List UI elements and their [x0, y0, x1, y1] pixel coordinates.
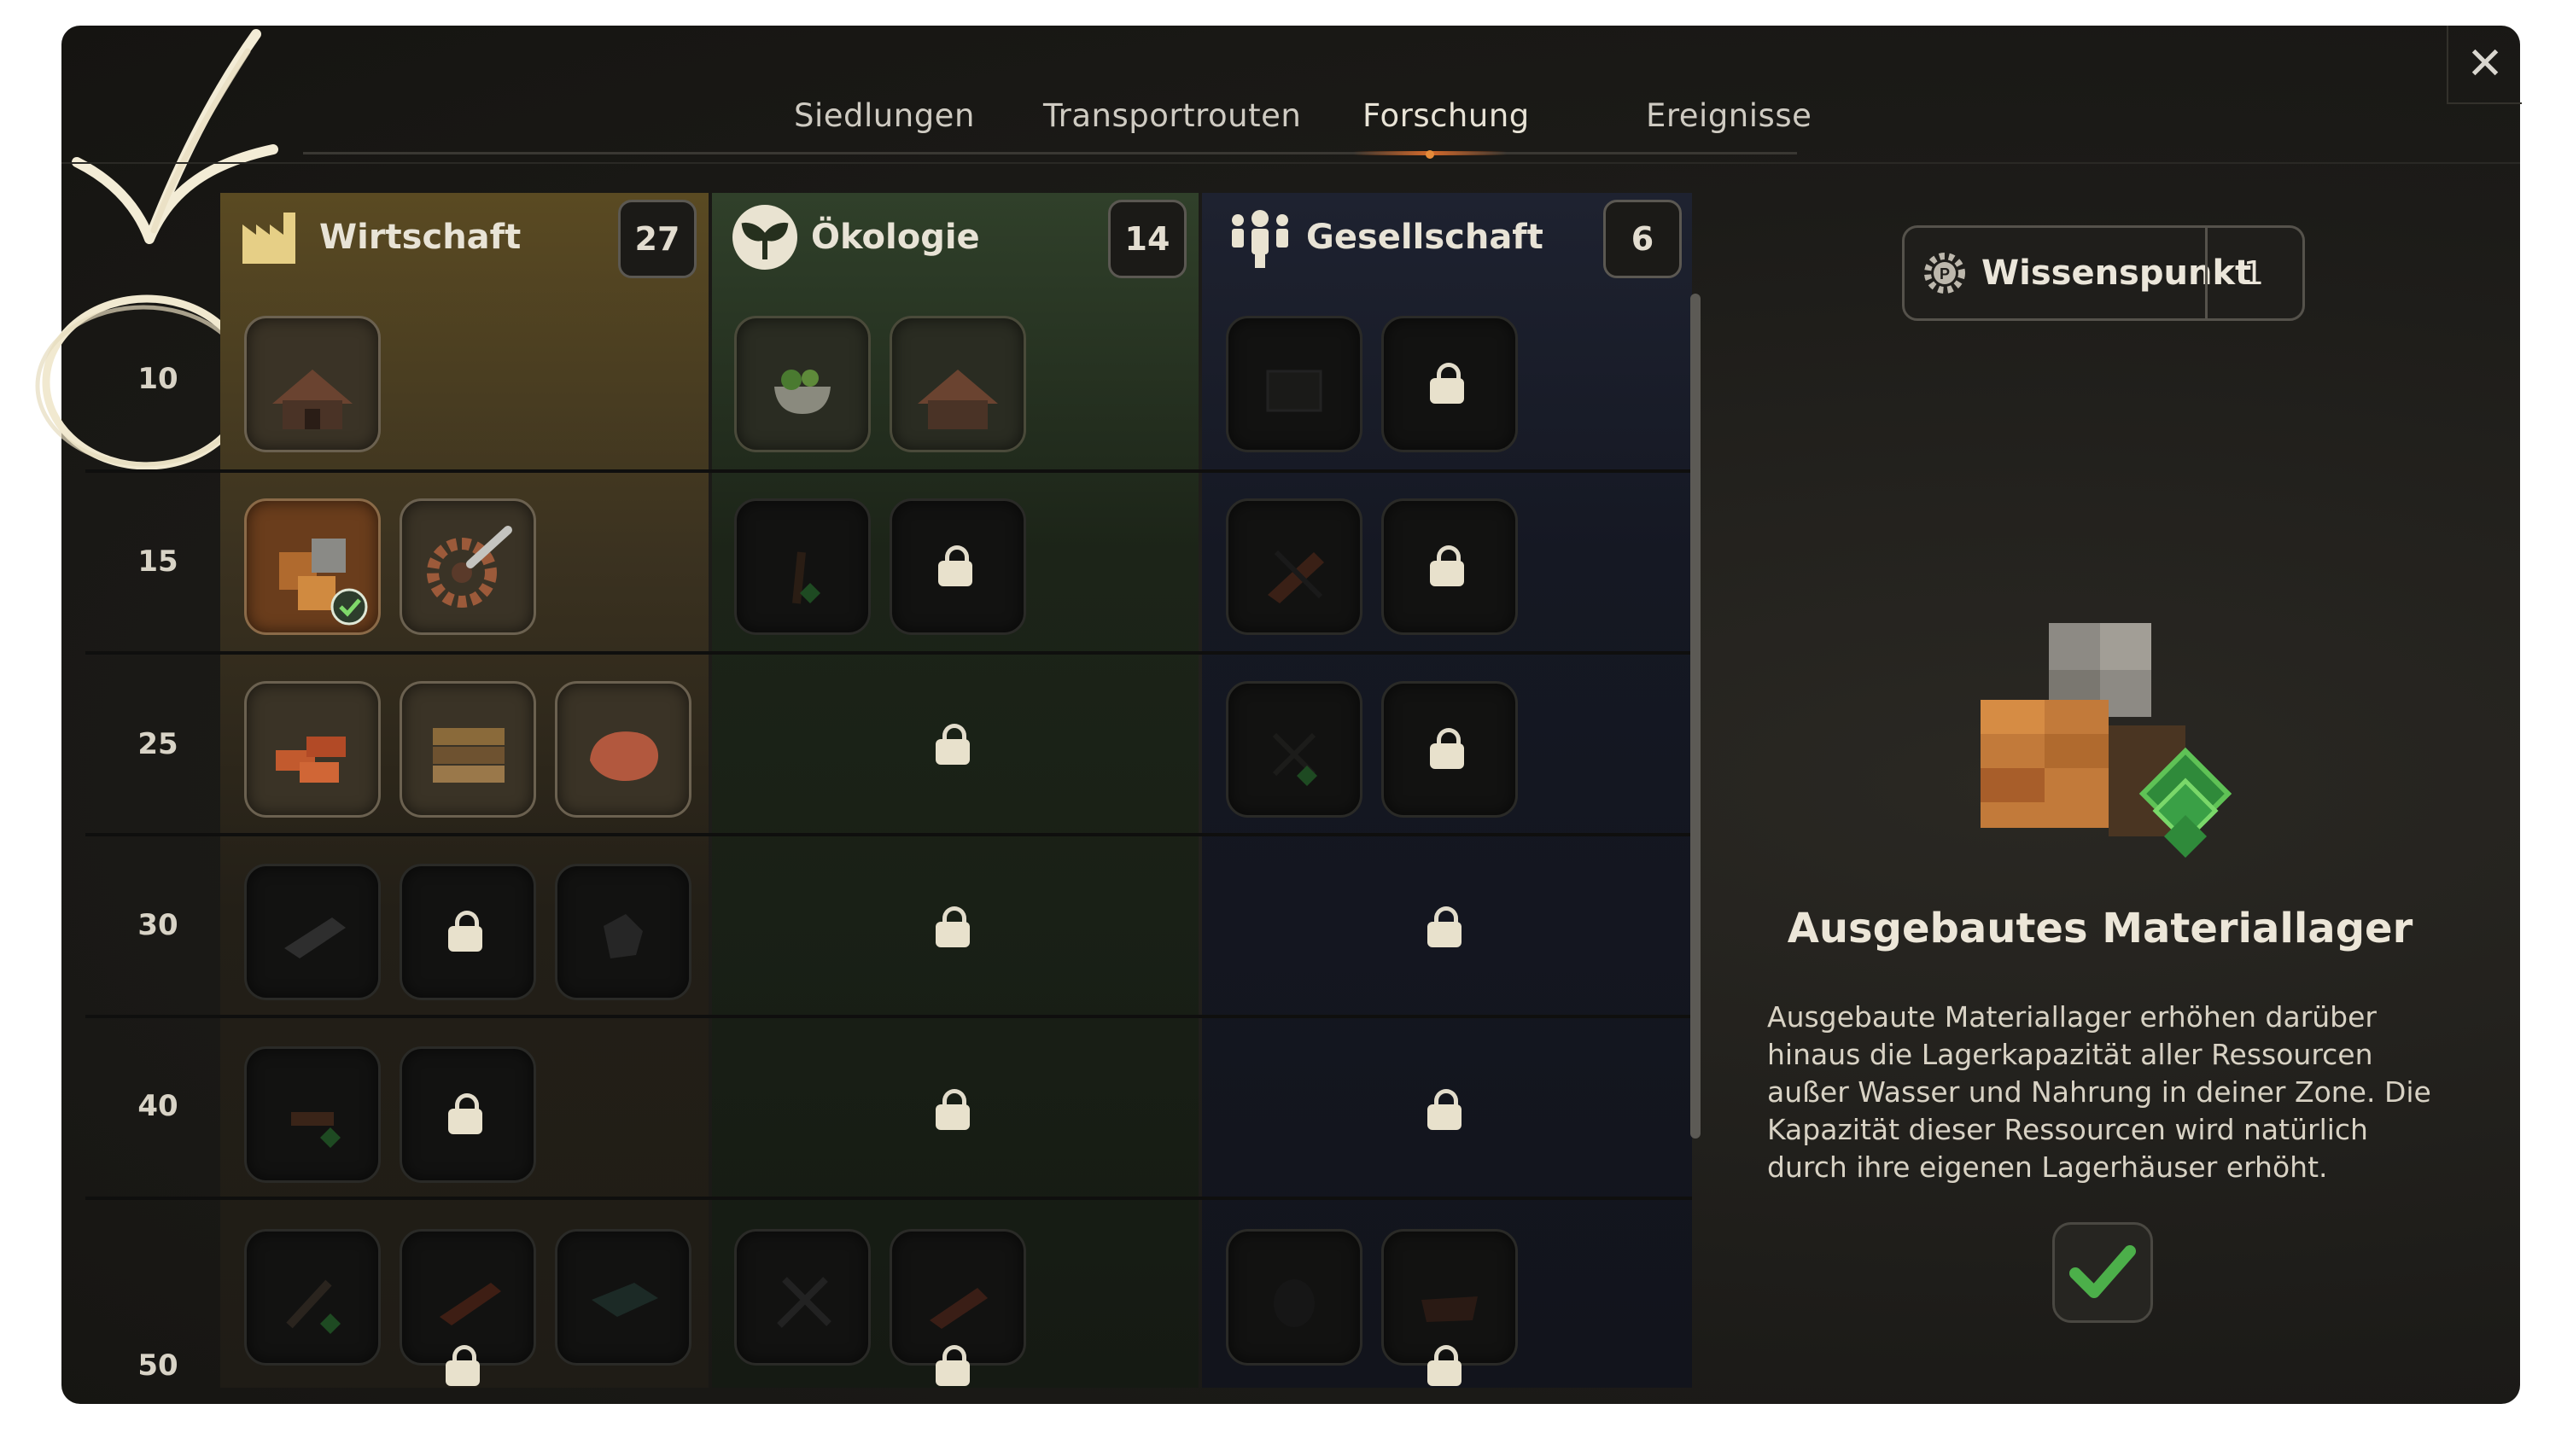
research-tile-tools[interactable]	[400, 498, 536, 635]
gear-p-icon: P	[1924, 253, 1965, 294]
lock-icon	[1427, 1089, 1462, 1130]
lock-icon	[448, 911, 482, 952]
research-tile-locked[interactable]	[1381, 498, 1518, 635]
tab-siedlungen[interactable]: Siedlungen	[794, 97, 975, 134]
hut-icon	[272, 370, 353, 429]
detail-title: Ausgebautes Materiallager	[1787, 905, 2413, 952]
knowledge-points-display: P Wissenspunkt 1	[1902, 225, 2305, 321]
category-oekologie[interactable]: Ökologie 14	[731, 193, 1192, 282]
basket-icon	[1421, 1296, 1478, 1322]
row-label-40: 40	[137, 1089, 178, 1123]
lock-icon	[1427, 1345, 1462, 1386]
research-tile-crate-soc[interactable]	[1226, 316, 1362, 452]
research-tile-planks[interactable]	[400, 681, 536, 818]
crates-icon	[279, 539, 368, 626]
tab-ereignisse[interactable]: Ereignisse	[1646, 97, 1812, 134]
header-divider	[61, 162, 2520, 164]
herb-icon	[1272, 732, 1317, 786]
detail-description: Ausgebaute Materiallager erhöhen darüber…	[1767, 1000, 2431, 1184]
research-tile-anvil[interactable]	[244, 1046, 381, 1183]
category-wirtschaft[interactable]: Wirtschaft 27	[239, 193, 700, 282]
wood-icon	[930, 1288, 988, 1329]
ore-icon	[590, 731, 659, 782]
research-tile-hut-eco[interactable]	[890, 316, 1026, 452]
lock-icon	[936, 1345, 970, 1386]
svg-text:P: P	[1940, 265, 1950, 282]
scrollbar[interactable]	[1690, 294, 1701, 1139]
research-tile-knife[interactable]	[1226, 498, 1362, 635]
lock-icon	[1430, 728, 1464, 769]
research-tile-herb[interactable]	[1226, 681, 1362, 818]
research-tile-locked[interactable]	[1381, 681, 1518, 818]
lock-icon	[936, 906, 970, 947]
plant-icon	[792, 551, 820, 604]
row-label-30: 30	[137, 908, 178, 942]
tab-transportrouten[interactable]: Transportrouten	[1043, 97, 1301, 134]
bricks-icon	[276, 737, 346, 783]
coal-icon	[604, 914, 643, 958]
ingot-icon	[284, 917, 346, 958]
research-tile-coal[interactable]	[555, 864, 691, 1000]
tab-forschung[interactable]: Forschung	[1362, 97, 1530, 134]
research-tile-hammer[interactable]	[244, 1229, 381, 1366]
research-tile-locked[interactable]	[400, 1046, 536, 1183]
category-label: Ökologie	[811, 218, 980, 257]
knowledge-value: 1	[2243, 254, 2265, 292]
plank-icon	[440, 1283, 501, 1325]
research-tile-locked[interactable]	[890, 498, 1026, 635]
anvil-icon	[291, 1112, 341, 1148]
category-label: Wirtschaft	[319, 218, 522, 257]
research-tile-copper-ore[interactable]	[555, 681, 691, 818]
research-tile-bricks[interactable]	[244, 681, 381, 818]
research-tile-locked[interactable]	[1381, 316, 1518, 452]
hammer-icon	[286, 1279, 341, 1334]
category-gesellschaft[interactable]: Gesellschaft 6	[1226, 193, 1687, 282]
research-tile-iron-bar[interactable]	[244, 864, 381, 1000]
research-tile-mortar[interactable]	[734, 316, 871, 452]
research-tile-book[interactable]	[555, 1229, 691, 1366]
lock-icon	[448, 1093, 482, 1134]
research-tile-tools-eco[interactable]	[734, 1229, 871, 1366]
category-count: 6	[1603, 200, 1682, 278]
row-label-10: 10	[137, 362, 178, 396]
row-label-50: 50	[137, 1348, 178, 1383]
lock-icon	[1430, 363, 1464, 404]
factory-icon	[242, 213, 295, 264]
pot-icon	[1274, 1279, 1315, 1327]
mortar-icon	[774, 370, 831, 414]
gear-wrench-icon	[427, 526, 512, 608]
active-tab-dot	[1426, 150, 1434, 159]
material-storage-illustration	[1981, 623, 2232, 858]
research-tile-pot[interactable]	[1226, 1229, 1362, 1366]
category-label: Gesellschaft	[1306, 218, 1543, 257]
checkmark-icon	[2069, 1245, 2136, 1298]
hut-icon	[918, 370, 998, 429]
lock-icon	[446, 1345, 480, 1386]
confirm-button[interactable]	[2052, 1222, 2153, 1323]
row-label-25: 25	[137, 727, 178, 761]
people-icon	[1232, 210, 1288, 268]
lock-icon	[936, 1089, 970, 1130]
lock-icon	[1427, 906, 1462, 947]
leaf-icon	[732, 205, 797, 270]
planks-icon	[433, 728, 505, 783]
lock-icon	[936, 724, 970, 765]
lock-icon	[1430, 545, 1464, 586]
knife-icon	[1268, 550, 1324, 603]
close-icon: ✕	[2466, 38, 2504, 90]
research-tile-plant[interactable]	[734, 498, 871, 635]
book-icon	[592, 1283, 658, 1317]
crate-icon	[1266, 370, 1322, 412]
lock-icon	[938, 545, 972, 586]
research-tile-hut[interactable]	[244, 316, 381, 452]
category-count: 14	[1108, 200, 1187, 278]
research-tile-material-storage[interactable]	[244, 498, 381, 635]
tools-icon	[777, 1277, 831, 1328]
close-button[interactable]: ✕	[2447, 26, 2522, 104]
row-label-15: 15	[137, 545, 178, 579]
category-count: 27	[618, 200, 697, 278]
research-tile-locked[interactable]	[400, 864, 536, 1000]
tab-underline	[303, 152, 1797, 154]
